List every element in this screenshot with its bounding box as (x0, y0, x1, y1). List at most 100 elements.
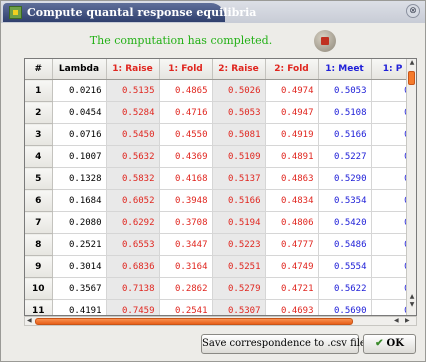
p2-raise-cell: 0.5279 (212, 277, 266, 300)
p2-fold-cell: 0.4721 (265, 277, 319, 300)
lambda-cell: 0.1328 (52, 167, 107, 190)
p1-raise-cell: 0.6292 (106, 211, 160, 234)
p1-fold-cell: 0.4550 (159, 123, 213, 146)
row-index-cell: 2 (25, 101, 53, 124)
p1-meet-cell: 0.5690 (318, 299, 372, 315)
stop-button[interactable] (314, 30, 336, 52)
table-row[interactable]: 60.16840.60520.39480.51660.48340.53540 (25, 189, 415, 212)
row-index-cell: 10 (25, 277, 53, 300)
row-index-cell: 11 (25, 299, 53, 315)
p1-fold-cell: 0.3164 (159, 255, 213, 278)
p1-fold-cell: 0.4168 (159, 167, 213, 190)
p2-raise-cell: 0.5137 (212, 167, 266, 190)
lambda-cell: 0.3567 (52, 277, 107, 300)
row-index-cell: 3 (25, 123, 53, 146)
p2-raise-cell: 0.5053 (212, 101, 266, 124)
p1-fold-cell: 0.2862 (159, 277, 213, 300)
col-header-p2-raise[interactable]: 2: Raise (212, 59, 266, 80)
col-header-lambda[interactable]: Lambda (52, 59, 107, 80)
vertical-scroll-thumb[interactable] (408, 71, 415, 85)
p2-raise-cell: 0.5251 (212, 255, 266, 278)
table-row[interactable]: 110.41910.74590.25410.53070.46930.56900 (25, 299, 415, 315)
p1-fold-cell: 0.3708 (159, 211, 213, 234)
ok-button[interactable]: ✔ OK (363, 334, 416, 354)
p1-meet-cell: 0.5053 (318, 79, 372, 102)
save-csv-button[interactable]: Save correspondence to .csv file (201, 334, 366, 354)
p1-fold-cell: 0.4716 (159, 101, 213, 124)
table-row[interactable]: 80.25210.65530.34470.52230.47770.54860 (25, 233, 415, 256)
p1-raise-cell: 0.6836 (106, 255, 160, 278)
table-row[interactable]: 100.35670.71380.28620.52790.47210.56220 (25, 277, 415, 300)
p2-fold-cell: 0.4693 (265, 299, 319, 315)
scroll-up-icon[interactable]: ▲ (408, 60, 416, 66)
p2-fold-cell: 0.4806 (265, 211, 319, 234)
p1-raise-cell: 0.6052 (106, 189, 160, 212)
scroll-down-icon[interactable]: ▼ (408, 302, 416, 308)
scroll-left-icon[interactable]: ◀ (394, 317, 399, 325)
p1-meet-cell: 0.5354 (318, 189, 372, 212)
p2-fold-cell: 0.4947 (265, 101, 319, 124)
window-title: Compute quantal response equilibria (27, 6, 257, 19)
col-header-p1-meet[interactable]: 1: Meet (318, 59, 372, 80)
p1-raise-cell: 0.6553 (106, 233, 160, 256)
table-row[interactable]: 40.10070.56320.43690.51090.48910.52270 (25, 145, 415, 168)
p2-fold-cell: 0.4863 (265, 167, 319, 190)
row-index-cell: 4 (25, 145, 53, 168)
p2-fold-cell: 0.4919 (265, 123, 319, 146)
p1-meet-cell: 0.5166 (318, 123, 372, 146)
p2-raise-cell: 0.5109 (212, 145, 266, 168)
p1-meet-cell: 0.5420 (318, 211, 372, 234)
table-row[interactable]: 20.04540.52840.47160.50530.49470.51080 (25, 101, 415, 124)
vertical-scrollbar[interactable]: ▲ ▲ ▼ (406, 59, 416, 315)
lambda-cell: 0.0716 (52, 123, 107, 146)
row-index-cell: 9 (25, 255, 53, 278)
p1-meet-cell: 0.5108 (318, 101, 372, 124)
p1-fold-cell: 0.2541 (159, 299, 213, 315)
p2-fold-cell: 0.4777 (265, 233, 319, 256)
table-row[interactable]: 30.07160.54500.45500.50810.49190.51660 (25, 123, 415, 146)
title-bar: Compute quantal response equilibria ⊗ (1, 1, 425, 23)
row-index-cell: 5 (25, 167, 53, 190)
table-row[interactable]: 90.30140.68360.31640.52510.47490.55540 (25, 255, 415, 278)
scroll-left-icon[interactable]: ◀ (27, 317, 32, 325)
lambda-cell: 0.1684 (52, 189, 107, 212)
p2-fold-cell: 0.4974 (265, 79, 319, 102)
p1-raise-cell: 0.5832 (106, 167, 160, 190)
p2-raise-cell: 0.5194 (212, 211, 266, 234)
row-index-cell: 8 (25, 233, 53, 256)
title-tab: Compute quantal response equilibria (3, 3, 256, 22)
p1-raise-cell: 0.5135 (106, 79, 160, 102)
lambda-cell: 0.2080 (52, 211, 107, 234)
p1-raise-cell: 0.7138 (106, 277, 160, 300)
scroll-up-icon[interactable]: ▲ (408, 294, 416, 300)
p1-fold-cell: 0.4865 (159, 79, 213, 102)
qre-dialog: Compute quantal response equilibria ⊗ Th… (0, 0, 426, 362)
p2-raise-cell: 0.5307 (212, 299, 266, 315)
table-row[interactable]: 10.02160.51350.48650.50260.49740.50530 (25, 79, 415, 102)
p2-raise-cell: 0.5026 (212, 79, 266, 102)
scroll-right-icon[interactable]: ▶ (405, 317, 410, 325)
ok-label: OK (386, 338, 404, 349)
horizontal-scroll-thumb[interactable] (35, 318, 353, 325)
col-header-p2-fold[interactable]: 2: Fold (265, 59, 319, 80)
table-header-row: # Lambda 1: Raise 1: Fold 2: Raise 2: Fo… (25, 59, 415, 80)
p2-fold-cell: 0.4891 (265, 145, 319, 168)
p1-meet-cell: 0.5554 (318, 255, 372, 278)
app-icon (9, 6, 22, 19)
p2-raise-cell: 0.5081 (212, 123, 266, 146)
close-icon[interactable]: ⊗ (406, 4, 420, 18)
table-row[interactable]: 70.20800.62920.37080.51940.48060.54200 (25, 211, 415, 234)
table-row[interactable]: 50.13280.58320.41680.51370.48630.52900 (25, 167, 415, 190)
lambda-cell: 0.4191 (52, 299, 107, 315)
horizontal-scrollbar[interactable]: ◀ ◀ ▶ (24, 316, 417, 326)
p1-meet-cell: 0.5290 (318, 167, 372, 190)
row-index-cell: 1 (25, 79, 53, 102)
p1-meet-cell: 0.5227 (318, 145, 372, 168)
col-header-p1-fold[interactable]: 1: Fold (159, 59, 213, 80)
col-header-index[interactable]: # (25, 59, 53, 80)
row-index-cell: 6 (25, 189, 53, 212)
lambda-cell: 0.3014 (52, 255, 107, 278)
lambda-cell: 0.2521 (52, 233, 107, 256)
col-header-p1-raise[interactable]: 1: Raise (106, 59, 160, 80)
p1-raise-cell: 0.5450 (106, 123, 160, 146)
